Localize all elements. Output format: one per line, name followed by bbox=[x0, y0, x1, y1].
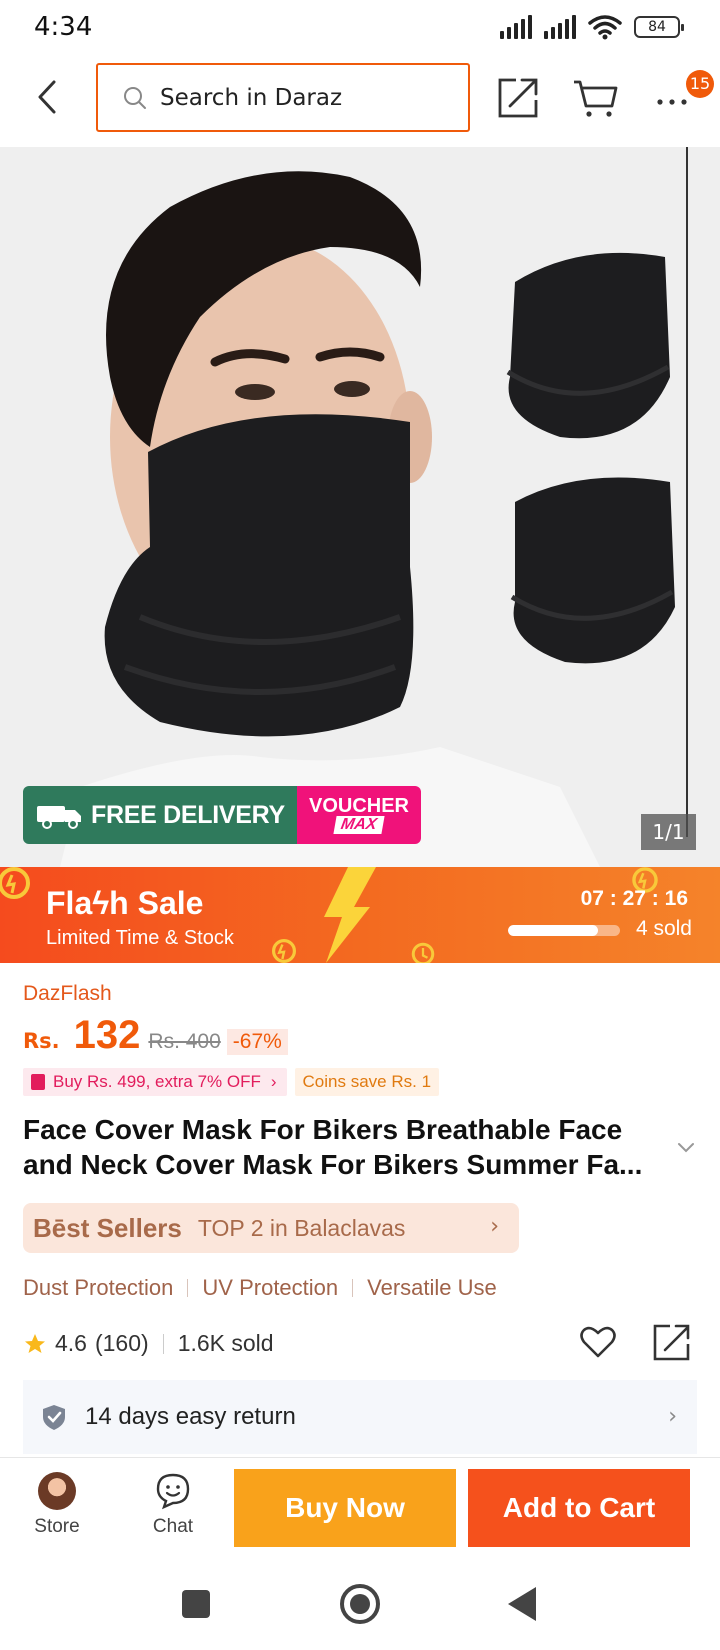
bottom-action-bar: Store Chat Buy Now Add to Cart bbox=[0, 1457, 720, 1557]
status-icons: 84 bbox=[500, 14, 684, 40]
coins-text: Coins save Rs. 1 bbox=[302, 1072, 432, 1091]
top-header: Search in Daraz bbox=[0, 54, 720, 144]
feature-divider bbox=[187, 1279, 189, 1297]
product-image bbox=[0, 147, 720, 867]
flash-sale-countdown: 07 : 27 : 16 bbox=[580, 887, 688, 910]
price-row: Rs. 132 Rs. 400 -67% bbox=[23, 1013, 288, 1058]
buy-now-button[interactable]: Buy Now bbox=[234, 1469, 456, 1547]
wifi-icon bbox=[588, 15, 622, 40]
feature-divider bbox=[352, 1279, 354, 1297]
sold-progress-fill bbox=[508, 925, 598, 936]
currency-label: Rs. bbox=[23, 1029, 60, 1053]
promo-text: Buy Rs. 499, extra 7% OFF bbox=[53, 1072, 261, 1091]
shield-check-icon bbox=[43, 1405, 65, 1430]
return-policy-row[interactable]: 14 days easy return › bbox=[23, 1380, 697, 1454]
feature-tag: UV Protection bbox=[202, 1275, 339, 1300]
promo-voucher-chip[interactable]: Buy Rs. 499, extra 7% OFF › bbox=[23, 1068, 287, 1096]
chevron-right-icon: › bbox=[490, 1214, 499, 1239]
search-placeholder: Search in Daraz bbox=[160, 84, 343, 111]
rating-count: (160) bbox=[94, 1330, 149, 1356]
search-icon bbox=[124, 86, 146, 109]
chevron-right-icon: › bbox=[668, 1404, 677, 1429]
free-delivery-banner: FREE DELIVERY VOUCHER MAX bbox=[23, 786, 421, 844]
free-delivery-section: FREE DELIVERY bbox=[23, 786, 297, 844]
add-to-cart-button[interactable]: Add to Cart bbox=[468, 1469, 690, 1547]
flash-sale-title: Flaϟh Sale bbox=[46, 885, 204, 921]
feature-tag: Versatile Use bbox=[367, 1275, 497, 1300]
store-avatar bbox=[38, 1472, 76, 1510]
sold-count: 1.6K sold bbox=[177, 1330, 274, 1356]
cart-icon[interactable] bbox=[570, 74, 620, 120]
search-input[interactable]: Search in Daraz bbox=[96, 63, 470, 132]
delivery-truck-icon bbox=[37, 806, 81, 829]
promo-row: Buy Rs. 499, extra 7% OFF › Coins save R… bbox=[23, 1068, 440, 1096]
alarm-clock-icon bbox=[0, 867, 30, 899]
voucher-max-label: MAX bbox=[333, 816, 385, 834]
alarm-clock-icon bbox=[272, 939, 296, 963]
voucher-ticket-icon bbox=[31, 1074, 45, 1090]
voucher-max-section: VOUCHER MAX bbox=[297, 786, 421, 844]
flash-sale-banner: Flaϟh Sale Limited Time & Stock 07 : 27 … bbox=[0, 867, 720, 963]
image-counter: 1/1 bbox=[641, 814, 696, 850]
back-button[interactable] bbox=[508, 1587, 536, 1621]
campaign-label: DazFlash bbox=[23, 982, 112, 1005]
chevron-down-icon[interactable] bbox=[674, 1140, 698, 1156]
rating-divider bbox=[162, 1333, 164, 1354]
status-bar: 4:34 84 bbox=[0, 0, 720, 54]
voucher-label: VOUCHER bbox=[308, 795, 409, 817]
notification-badge: 15 bbox=[686, 70, 714, 98]
battery-icon: 84 bbox=[634, 16, 684, 38]
store-label: Store bbox=[34, 1516, 80, 1537]
status-time: 4:34 bbox=[34, 12, 93, 42]
home-button[interactable] bbox=[340, 1584, 380, 1624]
chevron-right-icon: › bbox=[270, 1072, 277, 1091]
share-icon[interactable] bbox=[496, 74, 540, 120]
lightning-bolt-icon bbox=[324, 867, 376, 963]
return-policy-text: 14 days easy return bbox=[85, 1403, 296, 1430]
best-sellers-rank: TOP 2 in Balaclavas bbox=[197, 1214, 406, 1241]
recent-apps-button[interactable] bbox=[182, 1590, 210, 1618]
free-delivery-text: FREE DELIVERY bbox=[91, 800, 285, 829]
feature-tags: Dust Protection UV Protection Versatile … bbox=[23, 1275, 497, 1301]
signal-icon bbox=[544, 15, 576, 39]
alarm-clock-icon bbox=[411, 942, 435, 963]
system-navigation-bar bbox=[0, 1557, 720, 1650]
original-price: Rs. 400 bbox=[148, 1030, 221, 1053]
coins-chip[interactable]: Coins save Rs. 1 bbox=[294, 1068, 440, 1096]
current-price: 132 bbox=[73, 1013, 141, 1057]
rating-score: 4.6 bbox=[55, 1330, 87, 1356]
sold-progress-bar bbox=[508, 925, 620, 936]
heart-icon[interactable] bbox=[578, 1322, 618, 1362]
flash-sale-subtitle: Limited Time & Stock bbox=[46, 927, 234, 949]
best-sellers-banner[interactable]: Bēst Sellers TOP 2 in Balaclavas › bbox=[23, 1203, 519, 1253]
product-image-gallery[interactable]: FREE DELIVERY VOUCHER MAX 1/1 bbox=[0, 147, 720, 867]
share-icon[interactable] bbox=[652, 1322, 692, 1362]
store-button[interactable]: Store bbox=[12, 1462, 102, 1554]
back-arrow-icon[interactable] bbox=[28, 74, 68, 120]
rating-row[interactable]: 4.6 (160) 1.6K sold bbox=[23, 1330, 274, 1357]
flash-sold-count: 4 sold bbox=[635, 917, 692, 940]
feature-tag: Dust Protection bbox=[23, 1275, 174, 1300]
gallery-divider bbox=[686, 147, 688, 837]
chat-icon bbox=[156, 1473, 190, 1510]
star-icon bbox=[25, 1333, 45, 1353]
best-sellers-logo: Bēst Sellers bbox=[33, 1212, 182, 1243]
discount-badge: -67% bbox=[226, 1029, 288, 1055]
signal-icon bbox=[500, 15, 532, 39]
product-title[interactable]: Face Cover Mask For Bikers Breathable Fa… bbox=[23, 1112, 663, 1182]
chat-button[interactable]: Chat bbox=[128, 1462, 218, 1554]
chat-label: Chat bbox=[152, 1516, 194, 1537]
